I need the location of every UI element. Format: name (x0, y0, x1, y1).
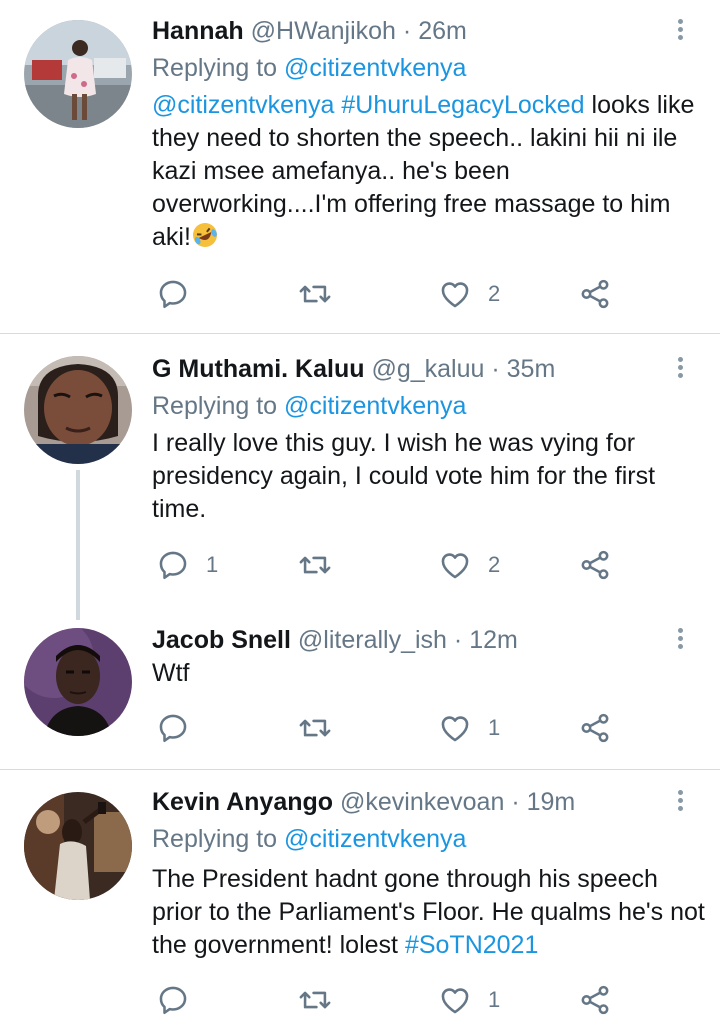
reply-icon (159, 280, 187, 309)
like-icon (441, 988, 469, 1014)
like-button[interactable]: 2 (438, 545, 500, 585)
reply-button[interactable] (156, 980, 206, 1020)
thread-line (76, 470, 80, 620)
avatar[interactable] (24, 792, 132, 900)
replying-prefix: Replying to (152, 54, 278, 82)
tweet-text: @citizentvkenya #UhuruLegacyLocked looks… (152, 89, 708, 254)
user-handle[interactable]: @kevinkevoan (340, 788, 504, 816)
replying-to: Replying to @citizentvkenya (152, 391, 466, 421)
timestamp[interactable]: 12m (469, 626, 518, 654)
like-count: 2 (488, 281, 501, 306)
user-handle[interactable]: @g_kaluu (371, 355, 484, 383)
like-button[interactable]: 2 (438, 274, 500, 314)
tweet-hannah[interactable]: Hannah @HWanjikoh · 26m Replying to @cit… (0, 0, 720, 333)
tweet-actions: 1 (150, 708, 630, 748)
mention-link[interactable]: @citizentvkenya (152, 91, 334, 119)
rofl-emoji-icon (192, 223, 217, 247)
retweet-icon (299, 285, 331, 303)
timestamp[interactable]: 35m (507, 355, 556, 383)
tweet-header: Hannah @HWanjikoh · 26m (152, 16, 467, 46)
avatar[interactable] (24, 356, 132, 464)
replying-prefix: Replying to (152, 392, 278, 420)
replying-to: Replying to @citizentvkenya (152, 824, 466, 854)
like-count: 1 (488, 715, 501, 740)
retweet-button[interactable] (298, 274, 348, 314)
reply-button[interactable] (156, 708, 206, 748)
reply-icon (159, 551, 187, 580)
replying-to-link[interactable]: @citizentvkenya (284, 392, 466, 420)
more-icon[interactable] (670, 354, 690, 384)
like-icon (441, 716, 469, 742)
tweet-jacob-snell[interactable]: Jacob Snell @literally_ish · 12m Wtf 1 (0, 616, 720, 769)
tweet-g-muthami[interactable]: G Muthami. Kaluu @g_kaluu · 35m Replying… (0, 334, 720, 620)
share-icon (581, 550, 609, 580)
like-count: 2 (488, 552, 501, 577)
tweet-kevin-anyango[interactable]: Kevin Anyango @kevinkevoan · 19m Replyin… (0, 770, 720, 1028)
reply-button[interactable]: 1 (156, 545, 218, 585)
share-button[interactable] (578, 545, 612, 585)
display-name[interactable]: G Muthami. Kaluu (152, 355, 365, 383)
separator-dot: · (402, 17, 412, 45)
reply-icon (159, 714, 187, 743)
more-icon[interactable] (670, 625, 690, 655)
like-button[interactable]: 1 (438, 980, 500, 1020)
reply-icon (159, 986, 187, 1015)
replying-to: Replying to @citizentvkenya (152, 53, 466, 83)
like-icon (441, 282, 469, 308)
replying-to-link[interactable]: @citizentvkenya (284, 54, 466, 82)
separator-dot: · (511, 788, 520, 816)
user-handle[interactable]: @literally_ish (298, 626, 447, 654)
timestamp[interactable]: 26m (418, 17, 467, 45)
separator-dot: · (453, 626, 463, 654)
more-icon[interactable] (670, 787, 690, 817)
like-button[interactable]: 1 (438, 708, 500, 748)
tweet-actions: 1 (150, 980, 630, 1020)
retweet-button[interactable] (298, 980, 348, 1020)
replying-prefix: Replying to (152, 825, 278, 853)
display-name[interactable]: Kevin Anyango (152, 788, 333, 816)
replying-to-link[interactable]: @citizentvkenya (284, 825, 466, 853)
tweet-actions: 1 2 (150, 545, 630, 585)
reply-button[interactable] (156, 274, 206, 314)
retweet-button[interactable] (298, 708, 348, 748)
like-icon (441, 553, 469, 579)
retweet-icon (299, 991, 331, 1009)
tweet-actions: 2 (150, 274, 630, 314)
timestamp[interactable]: 19m (527, 788, 576, 816)
more-icon[interactable] (670, 16, 690, 46)
tweet-text: Wtf (152, 659, 190, 687)
retweet-icon (299, 556, 331, 574)
display-name[interactable]: Jacob Snell (152, 626, 291, 654)
share-icon (581, 985, 609, 1015)
hashtag-link[interactable]: #SoTN2021 (405, 931, 538, 959)
share-button[interactable] (578, 708, 612, 748)
avatar[interactable] (24, 20, 132, 128)
tweet-header: Jacob Snell @literally_ish · 12m (152, 625, 518, 655)
share-button[interactable] (578, 274, 612, 314)
share-icon (581, 279, 609, 309)
separator-dot: · (491, 355, 500, 383)
user-handle[interactable]: @HWanjikoh (251, 17, 396, 45)
display-name[interactable]: Hannah (152, 17, 244, 45)
retweet-button[interactable] (298, 545, 348, 585)
tweet-text: The President hadnt gone through his spe… (152, 863, 708, 962)
tweet-header: G Muthami. Kaluu @g_kaluu · 35m (152, 354, 555, 384)
like-count: 1 (488, 987, 501, 1012)
tweet-text: I really love this guy. I wish he was vy… (152, 429, 656, 523)
reply-count: 1 (206, 552, 219, 577)
share-button[interactable] (578, 980, 612, 1020)
avatar[interactable] (24, 628, 132, 736)
hashtag-link[interactable]: #UhuruLegacyLocked (341, 91, 584, 119)
share-icon (581, 713, 609, 743)
retweet-icon (299, 719, 331, 737)
tweet-header: Kevin Anyango @kevinkevoan · 19m (152, 787, 575, 817)
